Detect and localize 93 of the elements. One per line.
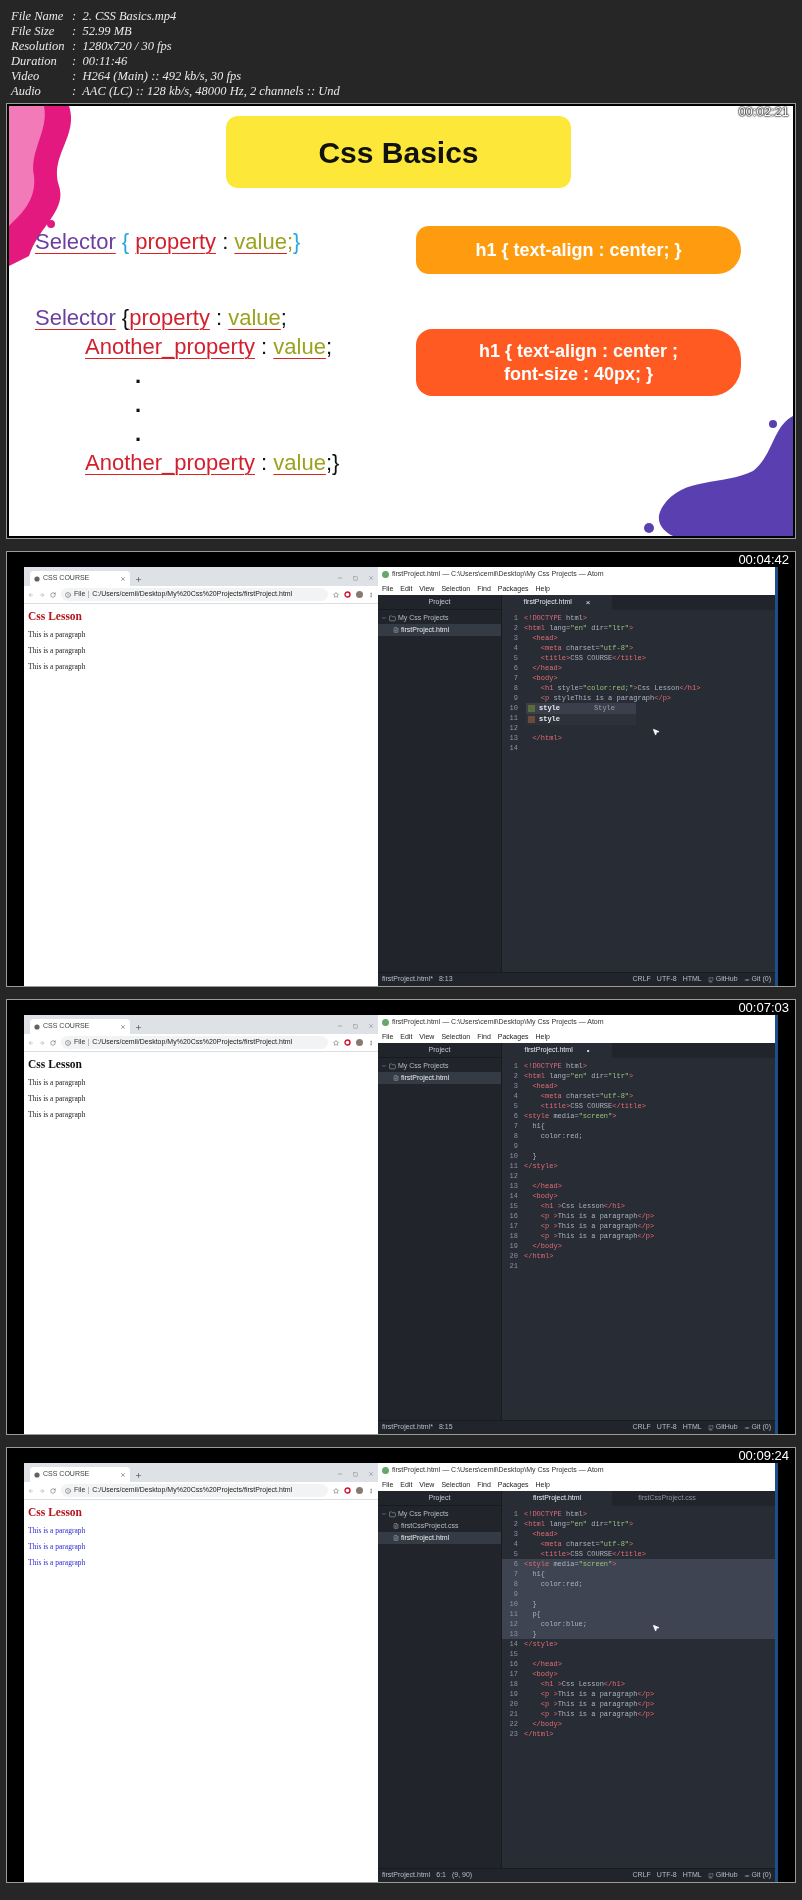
minimize-icon[interactable] [337,1471,343,1477]
chevron-icon [381,615,387,621]
info-label: File Name [11,9,65,24]
star-icon[interactable] [333,591,339,598]
folder-icon [389,1062,396,1070]
avatar-icon[interactable] [356,1039,363,1046]
info-icon [65,1039,71,1046]
syntax-line: Another_property : value;} [85,450,340,475]
atom-logo-icon [382,1467,389,1474]
timestamp: 00:02:21 [738,105,789,118]
folder-icon [389,1510,396,1518]
syntax-line: Selector { property : value;} [35,229,301,254]
new-tab-icon[interactable] [135,576,142,583]
info-value: : H264 (Main) :: 492 kb/s, 30 fps [72,69,242,84]
page-heading: Css Lesson [28,1057,83,1071]
maximize-icon[interactable] [353,1024,358,1029]
atom-logo-icon [382,571,389,578]
info-value: : AAC (LC) :: 128 kb/s, 48000 Hz, 2 channels :: Und [72,84,340,99]
info-value: : 2. CSS Basics.mp4 [72,9,177,24]
folder-icon [389,614,396,622]
ring-icon[interactable] [344,1487,351,1494]
reload-icon[interactable] [50,1039,56,1046]
close-icon[interactable] [368,1023,374,1029]
github-icon [707,1872,714,1879]
new-tab-icon[interactable] [135,1472,142,1479]
info-label: Duration [11,54,58,69]
file-icon [393,1523,399,1529]
reload-icon[interactable] [50,1487,56,1494]
github-icon [707,1424,714,1431]
forward-icon[interactable] [39,591,45,598]
minimize-icon[interactable] [337,1023,343,1029]
new-tab-icon[interactable] [135,1024,142,1031]
back-icon[interactable] [28,1487,34,1494]
menu-icon[interactable] [368,1039,374,1046]
ring-icon[interactable] [344,591,351,598]
close-icon[interactable] [120,1471,126,1478]
avatar-icon[interactable] [356,591,363,598]
info-label: Video [11,69,41,84]
maximize-icon[interactable] [353,576,358,581]
close-icon[interactable] [368,575,374,581]
info-label: File Size [11,24,56,39]
forward-icon[interactable] [39,1039,45,1046]
file-icon [393,627,399,633]
avatar-icon[interactable] [356,1487,363,1494]
menu-icon[interactable] [368,591,374,598]
chevron-icon [381,1063,387,1069]
ring-icon[interactable] [344,1039,351,1046]
file-icon [393,1075,399,1081]
slide-title: Css Basics [318,134,479,171]
github-icon [707,976,714,983]
star-icon[interactable] [333,1487,339,1494]
info-label: Resolution [11,39,66,54]
info-label: Audio [11,84,42,99]
minimize-icon[interactable] [337,575,343,581]
globe-icon [34,575,40,582]
example-code: h1 { text-align : center; } [475,238,682,262]
syntax-line: . [135,363,142,388]
git-icon [743,1424,750,1431]
forward-icon[interactable] [39,1487,45,1494]
atom-logo-icon [382,1019,389,1026]
menu-icon[interactable] [368,1487,374,1494]
syntax-line: Selector {property : value; [35,305,287,330]
page-heading: Css Lesson [28,609,83,623]
close-icon[interactable] [120,575,126,582]
timestamp: 00:07:03 [738,1001,789,1014]
back-icon[interactable] [28,591,34,598]
info-value: : 52.99 MB [72,24,132,39]
file-icon [393,1535,399,1541]
back-icon[interactable] [28,1039,34,1046]
reload-icon[interactable] [50,591,56,598]
chevron-icon [381,1511,387,1517]
info-value: : 1280x720 / 30 fps [72,39,172,54]
syntax-line: . [135,421,142,446]
globe-icon [34,1023,40,1030]
tab-marker[interactable]: × [585,598,591,607]
syntax-line: Another_property : value; [85,334,333,359]
close-icon[interactable] [368,1471,374,1477]
close-icon[interactable] [120,1023,126,1030]
maximize-icon[interactable] [353,1472,358,1477]
info-value: : 00:11:46 [72,54,128,69]
star-icon[interactable] [333,1039,339,1046]
info-icon [65,1487,71,1494]
page-heading: Css Lesson [28,1505,83,1519]
timestamp: 00:09:24 [738,1449,789,1462]
tab-marker[interactable]: • [586,1046,590,1055]
info-icon [65,591,71,598]
example-code: font-size : 40px; } [504,362,653,386]
globe-icon [34,1471,40,1478]
git-icon [743,976,750,983]
example-code: h1 { text-align : center ; [478,339,678,363]
git-icon [743,1872,750,1879]
syntax-line: . [135,392,142,417]
timestamp: 00:04:42 [738,553,789,566]
